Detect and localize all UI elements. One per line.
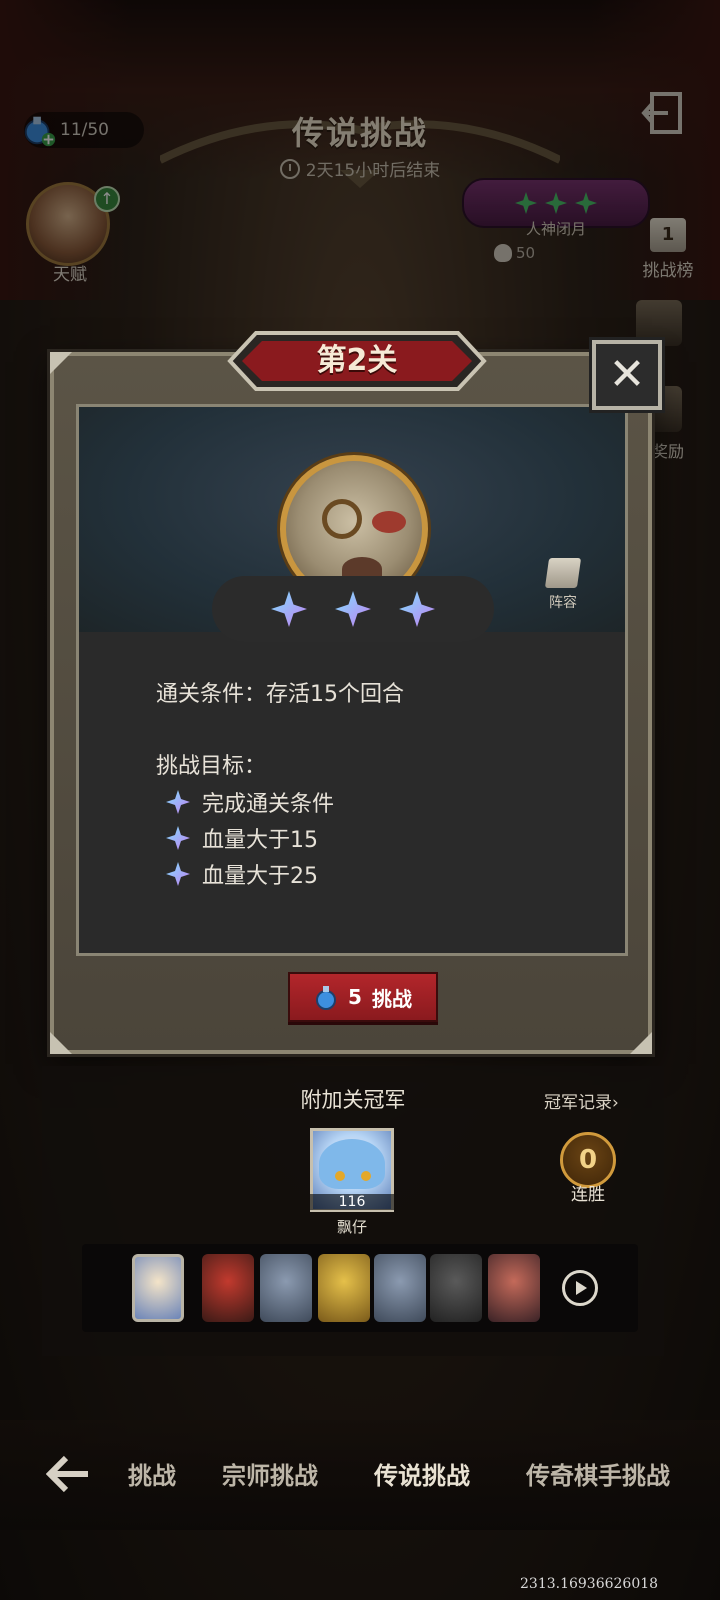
goal-item: 血量大于25 — [166, 858, 318, 890]
stage-title: 第2关 — [316, 343, 398, 378]
star-icon — [399, 591, 435, 627]
team-hero-slot[interactable] — [318, 1254, 370, 1322]
star-icon — [166, 862, 190, 886]
close-icon: ✕ — [608, 349, 646, 400]
goals-title: 挑战目标： — [156, 754, 267, 779]
avatar-eyes — [335, 1171, 371, 1181]
goal-item: 完成通关条件 — [166, 786, 334, 818]
star-icon — [335, 591, 371, 627]
frame-corner — [50, 352, 72, 374]
challenge-button[interactable]: 5 挑战 — [288, 972, 438, 1022]
challenge-cost: 5 — [348, 985, 362, 1009]
condition-value: 存活15个回合 — [266, 682, 405, 707]
stage-stars — [212, 576, 494, 642]
team-hero-slot[interactable] — [202, 1254, 254, 1322]
star-icon — [166, 790, 190, 814]
champion-level: 116 — [310, 1194, 394, 1210]
potion-icon — [316, 986, 337, 1010]
star-icon — [166, 826, 190, 850]
goal-item: 血量大于15 — [166, 822, 318, 854]
close-button[interactable]: ✕ — [592, 340, 662, 410]
tab-master-challenge[interactable]: 宗师挑战 — [222, 1456, 318, 1491]
frame-corner — [630, 1032, 652, 1054]
tab-legendary-player-challenge[interactable]: 传奇棋手挑战 — [526, 1456, 670, 1491]
coordinate-readout: 2313.16936626018 — [520, 1576, 659, 1592]
win-streak-label: 连胜 — [571, 1185, 605, 1205]
clear-condition: 通关条件：存活15个回合 — [156, 676, 404, 708]
monocle — [322, 499, 362, 539]
team-hero-slot[interactable] — [374, 1254, 426, 1322]
replay-button[interactable] — [562, 1270, 598, 1306]
champion-name: 飘仔 — [336, 1218, 367, 1236]
goal-text: 完成通关条件 — [202, 792, 335, 817]
goal-text: 血量大于25 — [202, 864, 318, 889]
back-arrow-icon[interactable] — [46, 1454, 90, 1494]
eye-patch — [372, 511, 406, 533]
lineup-label: 阵容 — [549, 595, 577, 611]
team-hero-slot[interactable] — [260, 1254, 312, 1322]
champion-record-link[interactable]: 冠军记录› — [544, 1088, 619, 1113]
goal-text: 血量大于15 — [202, 828, 318, 853]
challenge-label: 挑战 — [371, 986, 412, 1011]
lineup-button[interactable]: 阵容 — [540, 558, 586, 612]
condition-label: 通关条件： — [156, 682, 267, 707]
tab-challenge[interactable]: 挑战 — [128, 1456, 176, 1491]
frame-corner — [50, 1032, 72, 1054]
tab-legend-challenge[interactable]: 传说挑战 — [374, 1456, 470, 1491]
team-hero-slot[interactable] — [430, 1254, 482, 1322]
team-hero-slot[interactable] — [488, 1254, 540, 1322]
team-hero-slot[interactable] — [132, 1254, 184, 1322]
avatar-hair — [319, 1139, 385, 1189]
book-icon — [544, 558, 582, 588]
star-icon — [271, 591, 307, 627]
